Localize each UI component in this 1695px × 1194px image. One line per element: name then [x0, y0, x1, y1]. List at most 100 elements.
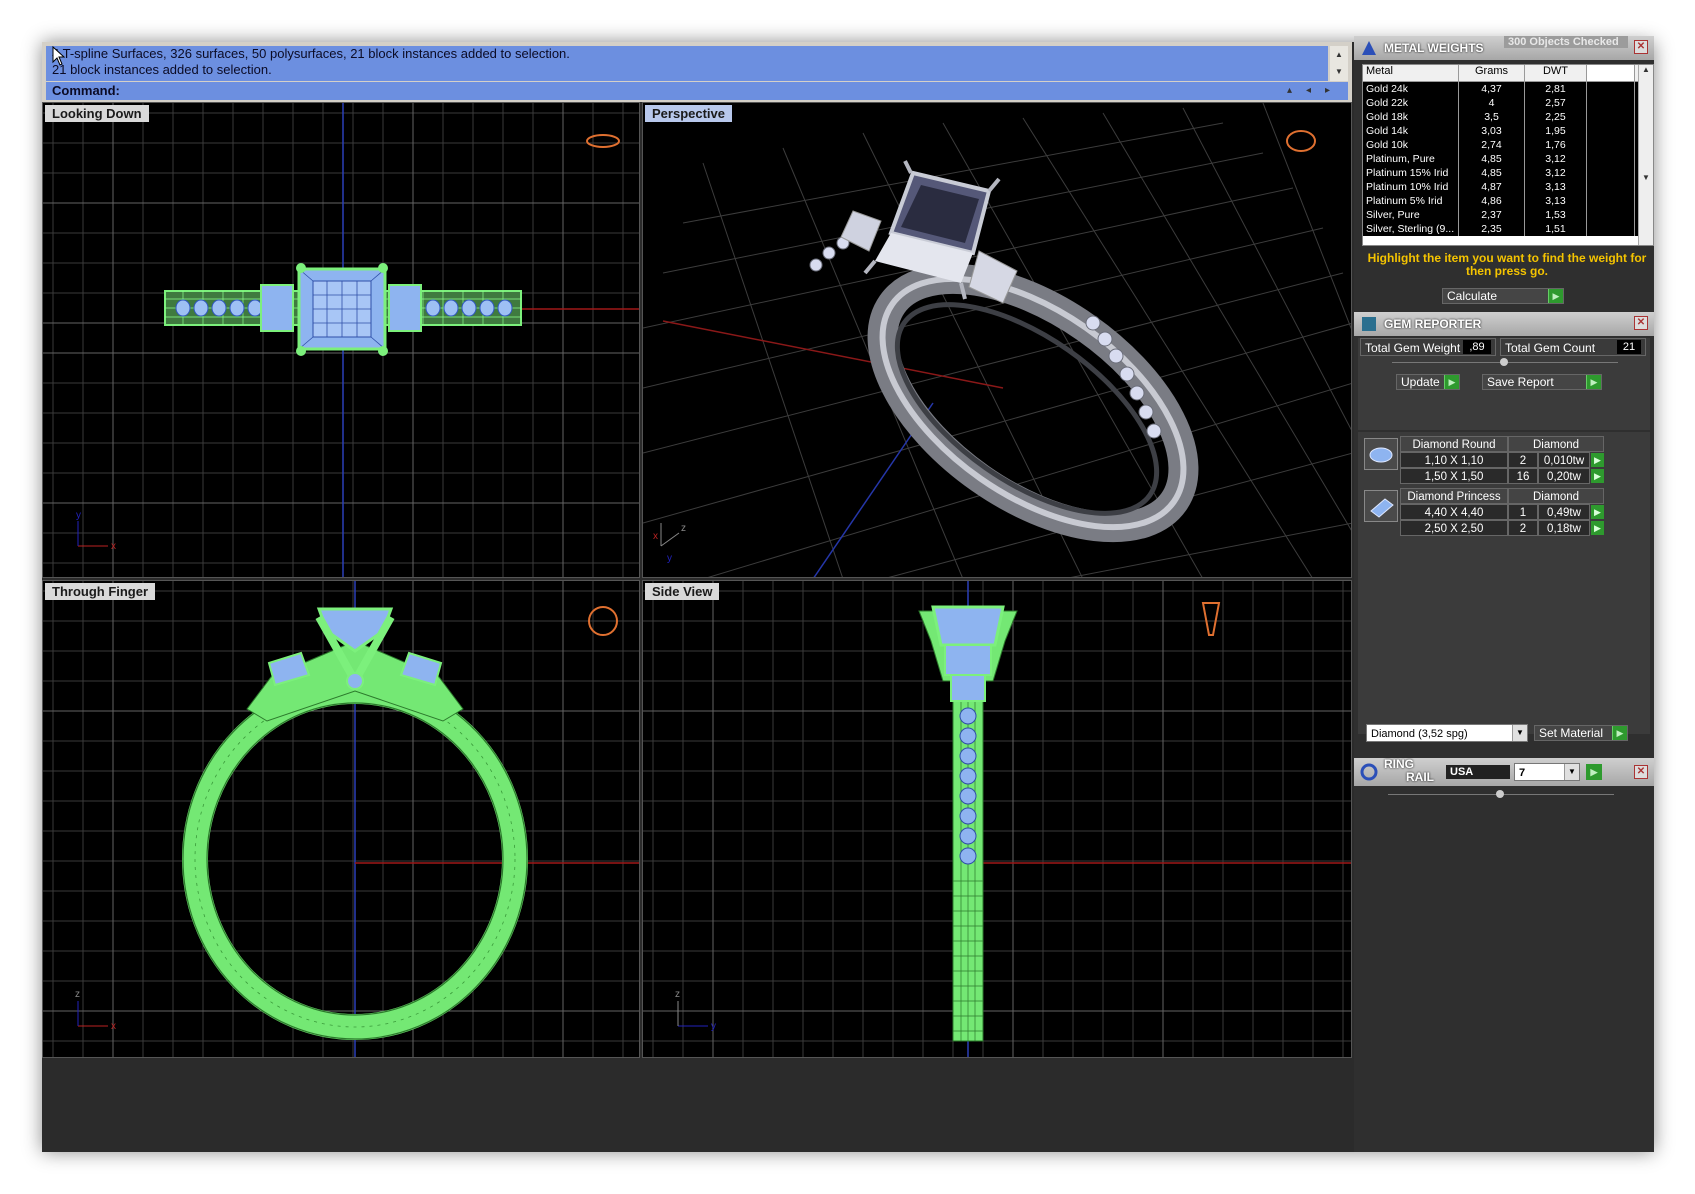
table-row[interactable]: Gold 22k 4 2,57	[1363, 96, 1653, 110]
go-arrow-icon[interactable]: ▶	[1586, 764, 1602, 780]
axis-y-label: y	[711, 1021, 716, 1032]
table-row[interactable]: Silver, Pure 2,37 1,53	[1363, 208, 1653, 222]
axis-z-label: z	[681, 523, 686, 534]
ring-rail-titlebar[interactable]: RING RAIL USA 7 ▼ ▶ ✕	[1354, 758, 1654, 786]
gem-weight: 0,49tw	[1538, 504, 1590, 520]
col-metal[interactable]: Metal	[1363, 65, 1459, 81]
axis-y-label: y	[667, 553, 672, 564]
col-grams[interactable]: Grams	[1459, 65, 1525, 81]
go-arrow-icon: ▶	[1548, 289, 1563, 303]
viewport-side-view[interactable]: Side View y z	[642, 580, 1352, 1058]
gem-count: 1	[1508, 504, 1538, 520]
gem-material: Diamond	[1508, 488, 1604, 504]
splitter-handle[interactable]	[1496, 790, 1504, 798]
gem-weight: 0,18tw	[1538, 520, 1590, 536]
select-gem-arrow[interactable]: ▶	[1591, 469, 1604, 483]
history-line: 21 block instances added to selection.	[52, 62, 272, 77]
axis-x-label: x	[653, 531, 658, 542]
total-gem-count: Total Gem Count 21	[1500, 338, 1646, 356]
set-material-button[interactable]: Set Material ▶	[1534, 725, 1628, 741]
gem-shape: Diamond Round	[1400, 436, 1508, 452]
axis-x-label: x	[111, 1021, 116, 1032]
metal-weights-title: METAL WEIGHTS	[1384, 41, 1484, 55]
gem-size: 2,50 X 2,50	[1400, 520, 1508, 536]
ring-size-select[interactable]: 7 ▼	[1514, 763, 1580, 781]
table-scrollbar[interactable]: ▲ ▼	[1638, 65, 1653, 245]
metal-weights-icon	[1362, 41, 1376, 55]
gem-reporter-titlebar[interactable]: GEM REPORTER ✕	[1354, 312, 1654, 336]
update-button[interactable]: Update ▶	[1396, 374, 1460, 390]
gem-reporter-title: GEM REPORTER	[1384, 317, 1482, 331]
command-line[interactable]: Command: ▴◂▸	[46, 82, 1348, 100]
total-gem-weight: Total Gem Weight ,89	[1360, 338, 1496, 356]
close-icon[interactable]: ✕	[1634, 40, 1648, 54]
metal-hint: Highlight the item you want to find the …	[1367, 251, 1647, 278]
table-row[interactable]: Platinum 15% Irid 4,85 3,12	[1363, 166, 1653, 180]
viewport-label[interactable]: Side View	[645, 583, 720, 600]
gem-count: 2	[1508, 452, 1538, 468]
gem-reporter-icon	[1362, 317, 1376, 331]
close-icon[interactable]: ✕	[1634, 316, 1648, 330]
gem-size: 1,10 X 1,10	[1400, 452, 1508, 468]
axis-z-label: z	[75, 989, 80, 1000]
select-gem-arrow[interactable]: ▶	[1591, 521, 1604, 535]
splitter-handle[interactable]	[1500, 358, 1508, 366]
go-arrow-icon: ▶	[1586, 375, 1601, 389]
command-area: 4 T-spline Surfaces, 326 surfaces, 50 po…	[42, 42, 1352, 102]
plugin-panel: METAL WEIGHTS 300 Objects Checked ✕ Meta…	[1354, 36, 1654, 1152]
metal-weights-titlebar[interactable]: METAL WEIGHTS 300 Objects Checked ✕	[1354, 36, 1654, 60]
axis-z-label: z	[675, 989, 680, 1000]
gem-shape: Diamond Princess	[1400, 488, 1508, 504]
history-line: 4 T-spline Surfaces, 326 surfaces, 50 po…	[52, 46, 570, 61]
table-row[interactable]: Gold 18k 3,5 2,25	[1363, 110, 1653, 124]
side-view-drawing: y z	[643, 581, 1351, 1057]
gem-list: Diamond Round Diamond 1,10 X 1,10 2 0,01…	[1358, 432, 1650, 734]
calculate-button[interactable]: Calculate ▶	[1442, 288, 1564, 304]
table-header: Metal Grams DWT	[1363, 65, 1653, 82]
save-report-button[interactable]: Save Report ▶	[1482, 374, 1602, 390]
ring-rail-title: RING RAIL	[1384, 757, 1434, 784]
table-row[interactable]: Silver, Sterling (9... 2,35 1,51	[1363, 222, 1653, 236]
gem-count: 16	[1508, 468, 1538, 484]
viewport-perspective[interactable]: Perspective z x y	[642, 102, 1352, 578]
axis-x-label: x	[111, 541, 116, 552]
viewport-label[interactable]: Through Finger	[45, 583, 156, 600]
table-row[interactable]: Platinum 10% Irid 4,87 3,13	[1363, 180, 1653, 194]
princess-diamond-icon	[1364, 490, 1398, 522]
perspective-drawing: z x y	[643, 103, 1351, 577]
material-select[interactable]: Diamond (3,52 spg) ▼	[1366, 724, 1528, 742]
mouse-cursor-icon	[52, 46, 66, 66]
table-row[interactable]: Platinum 5% Irid 4,86 3,13	[1363, 194, 1653, 208]
objects-checked: 300 Objects Checked	[1504, 36, 1628, 48]
viewport-through-finger[interactable]: Through Finger x z	[42, 580, 640, 1058]
metal-weights-table[interactable]: Metal Grams DWT Gold 24k 4,37 2,81 Gold 22…	[1362, 64, 1654, 246]
top-view-drawing: x y	[43, 103, 639, 577]
gem-size: 4,40 X 4,40	[1400, 504, 1508, 520]
table-row[interactable]: Gold 14k 3,03 1,95	[1363, 124, 1653, 138]
go-arrow-icon: ▶	[1444, 375, 1459, 389]
select-gem-arrow[interactable]: ▶	[1591, 453, 1604, 467]
ring-region[interactable]: USA	[1446, 765, 1510, 779]
viewport-label[interactable]: Looking Down	[45, 105, 149, 122]
viewport-label[interactable]: Perspective	[645, 105, 732, 122]
gem-material: Diamond	[1508, 436, 1604, 452]
close-icon[interactable]: ✕	[1634, 765, 1648, 779]
table-row[interactable]: Gold 10k 2,74 1,76	[1363, 138, 1653, 152]
viewport-looking-down[interactable]: Looking Down x y	[42, 102, 640, 578]
table-row[interactable]: Gold 24k 4,37 2,81	[1363, 82, 1653, 96]
command-history: 4 T-spline Surfaces, 326 surfaces, 50 po…	[46, 46, 1328, 81]
gem-count: 2	[1508, 520, 1538, 536]
command-prompt: Command:	[52, 83, 120, 98]
gem-size: 1,50 X 1,50	[1400, 468, 1508, 484]
col-dwt[interactable]: DWT	[1525, 65, 1587, 81]
gem-weight: 0,20tw	[1538, 468, 1590, 484]
command-nav-arrows[interactable]: ▴◂▸	[1287, 82, 1344, 100]
table-row[interactable]: Platinum, Pure 4,85 3,12	[1363, 152, 1653, 166]
gem-summary: Total Gem Weight ,89 Total Gem Count 21 …	[1358, 338, 1650, 430]
go-arrow-icon: ▶	[1612, 726, 1627, 740]
ring-rail-icon	[1360, 763, 1378, 781]
history-scrollbar[interactable]: ▲ ▼	[1330, 46, 1348, 81]
axis-y-label: y	[76, 510, 81, 521]
select-gem-arrow[interactable]: ▶	[1591, 505, 1604, 519]
chevron-down-icon: ▼	[1512, 725, 1527, 741]
